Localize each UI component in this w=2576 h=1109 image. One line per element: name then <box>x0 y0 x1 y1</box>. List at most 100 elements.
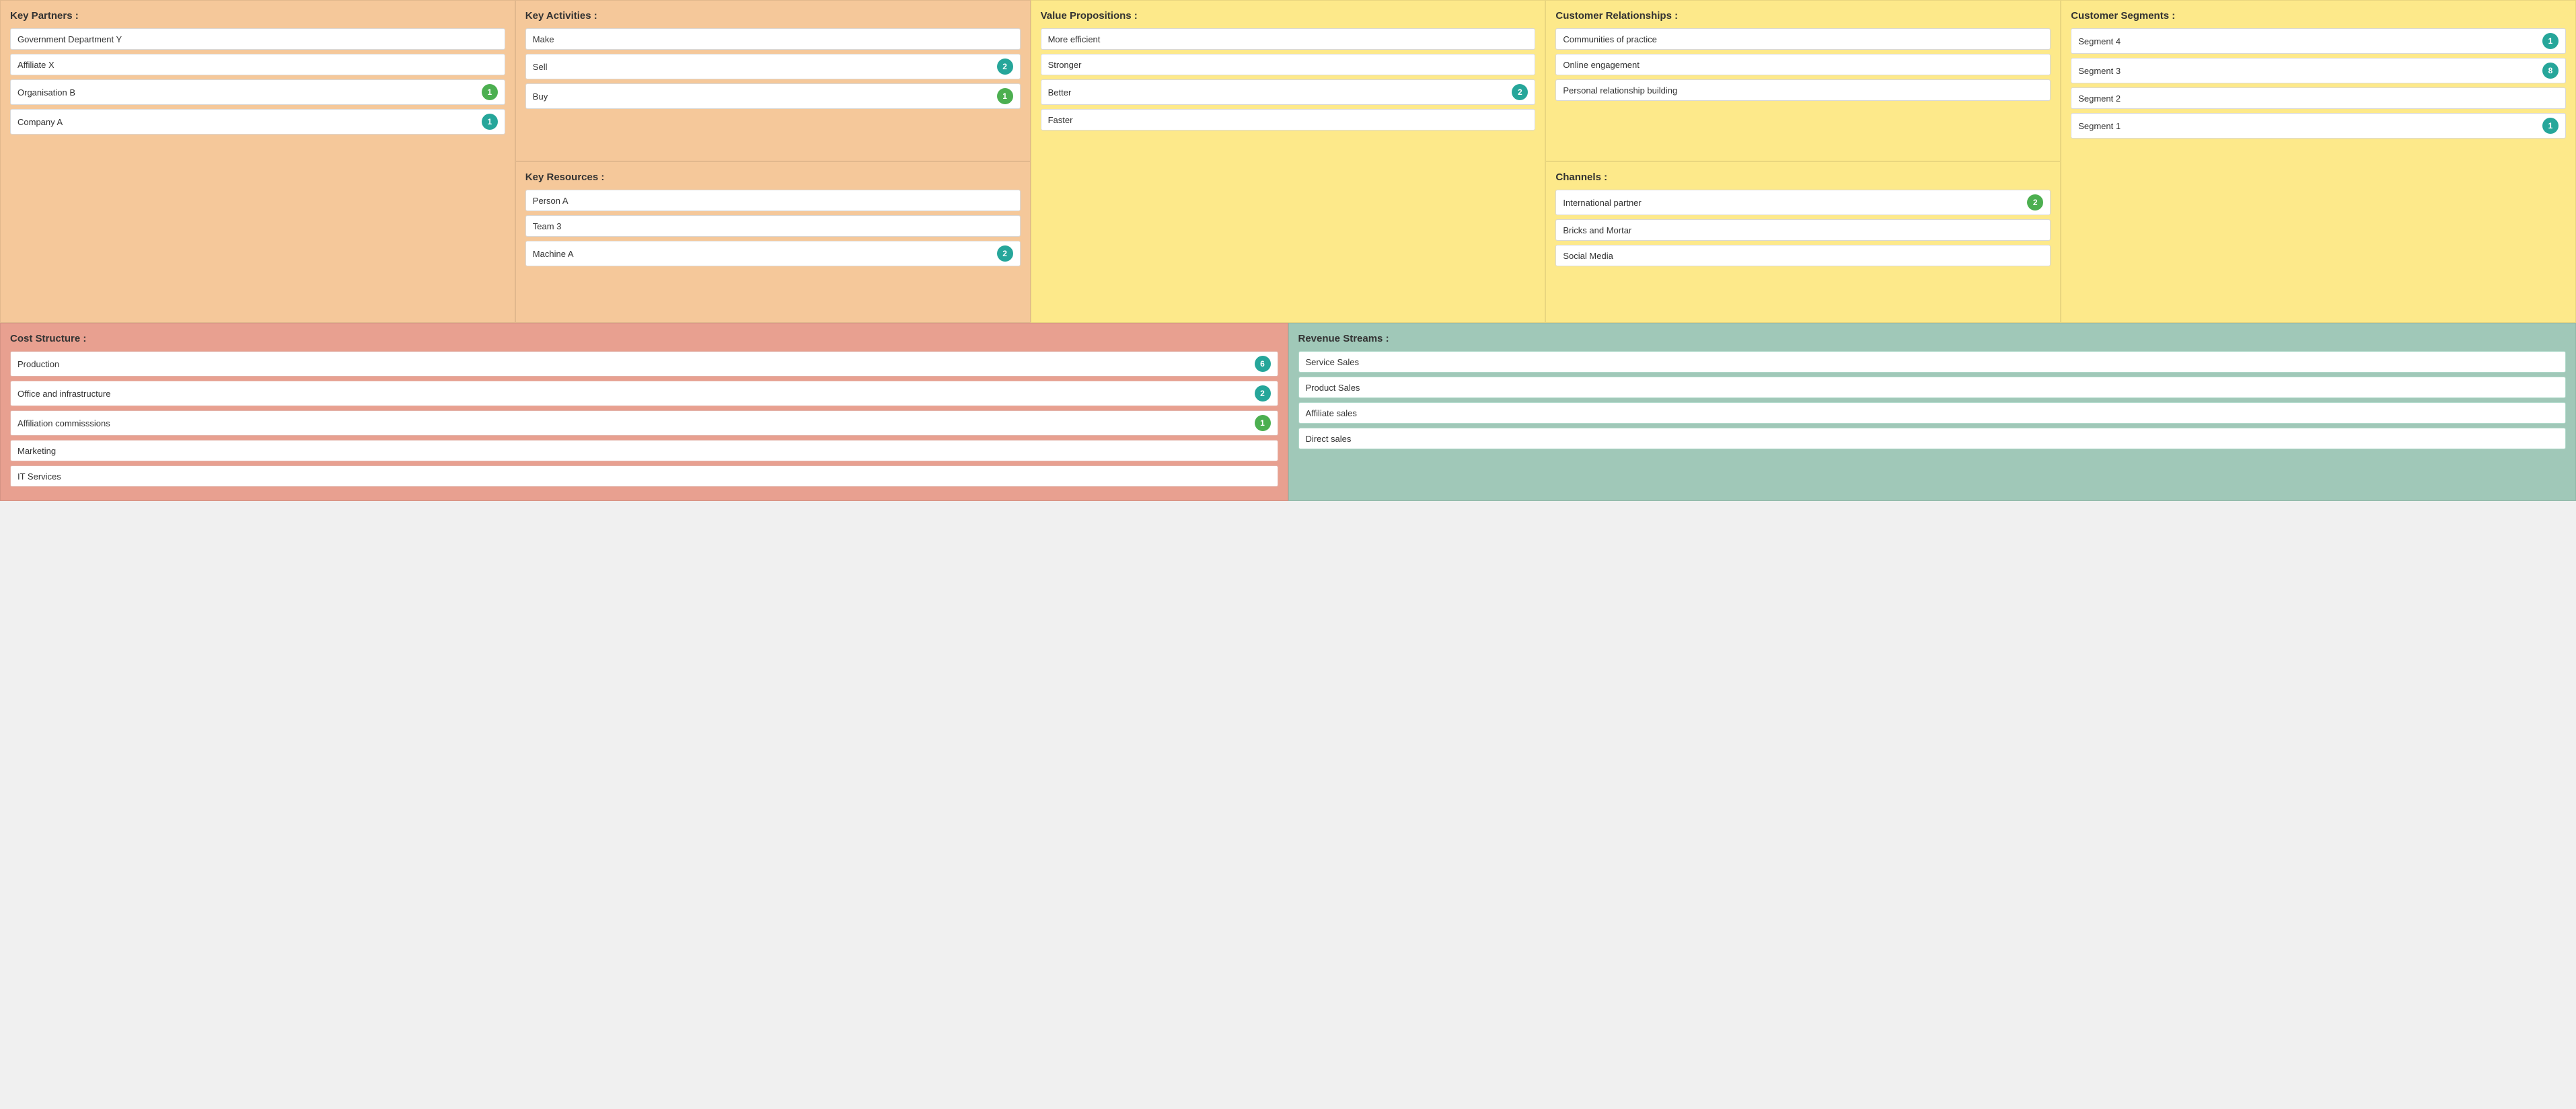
item-label: Make <box>533 34 554 44</box>
key-partners-title: Key Partners : <box>10 10 505 22</box>
list-item[interactable]: Marketing <box>10 440 1278 461</box>
item-label: IT Services <box>17 471 61 482</box>
list-item[interactable]: Segment 3 8 <box>2071 58 2566 83</box>
key-partners-items: Government Department Y Affiliate X Organi… <box>10 28 505 135</box>
list-item[interactable]: Affiliation commisssions 1 <box>10 410 1278 436</box>
item-label: Segment 3 <box>2078 66 2121 76</box>
value-propositions-section: Value Propositions : More efficient Stron… <box>1031 0 1546 323</box>
list-item[interactable]: Faster <box>1041 109 1536 130</box>
item-badge: 2 <box>997 59 1013 75</box>
item-label: Communities of practice <box>1563 34 1656 44</box>
list-item[interactable]: Product Sales <box>1298 377 2567 398</box>
list-item[interactable]: Segment 11 <box>2071 113 2566 139</box>
channels-items: International partner 2 Bricks and Mortar S… <box>1555 190 2051 266</box>
item-label: Government Department Y <box>17 34 122 44</box>
key-activities-title: Key Activities : <box>525 10 1021 22</box>
item-label: Affiliation commisssions <box>17 418 110 428</box>
key-resources-items: Person A Team 3 Machine A 2 <box>525 190 1021 266</box>
customer-segments-section: Customer Segments : Segment 4 1 Segment 3 8… <box>2061 0 2576 323</box>
item-label: Bricks and Mortar <box>1563 225 1631 235</box>
item-label: Personal relationship building <box>1563 85 1677 95</box>
list-item[interactable]: Stronger <box>1041 54 1536 75</box>
item-label: Sell <box>533 62 548 72</box>
channels-title: Channels : <box>1555 171 2051 183</box>
item-badge: 2 <box>1255 385 1271 401</box>
item-label: Direct sales <box>1306 434 1352 444</box>
cost-structure-title: Cost Structure : <box>10 333 1278 344</box>
item-badge: 6 <box>1255 356 1271 372</box>
item-label: Machine A <box>533 249 574 259</box>
revenue-streams-title: Revenue Streams : <box>1298 333 2567 344</box>
item-label: Stronger <box>1048 60 1082 70</box>
list-item[interactable]: IT Services <box>10 465 1278 487</box>
list-item[interactable]: Machine A 2 <box>525 241 1021 266</box>
item-badge: 2 <box>2027 194 2043 211</box>
list-item[interactable]: Government Department Y <box>10 28 505 50</box>
revenue-streams-section: Revenue Streams : Service Sales Product S… <box>1288 323 2576 501</box>
list-item[interactable]: Online engagement <box>1555 54 2051 75</box>
customer-segments-items: Segment 4 1 Segment 3 8 Segment 2 Segment 11 <box>2071 28 2566 139</box>
item-label: More efficient <box>1048 34 1101 44</box>
list-item[interactable]: Team 3 <box>525 215 1021 237</box>
item-badge: 2 <box>997 245 1013 262</box>
key-resources-section: Key Resources : Person A Team 3 Machine A 2 <box>515 161 1031 323</box>
key-partners-section: Key Partners : Government Department Y Af… <box>0 0 515 323</box>
list-item[interactable]: Segment 2 <box>2071 87 2566 109</box>
item-label: Product Sales <box>1306 383 1360 393</box>
list-item[interactable]: Personal relationship building <box>1555 79 2051 101</box>
list-item[interactable]: Organisation B 1 <box>10 79 505 105</box>
list-item[interactable]: Social Media <box>1555 245 2051 266</box>
list-item[interactable]: Company A 1 <box>10 109 505 135</box>
list-item[interactable]: Affiliate X <box>10 54 505 75</box>
list-item[interactable]: Bricks and Mortar <box>1555 219 2051 241</box>
item-label: Marketing <box>17 446 56 456</box>
list-item[interactable]: Segment 4 1 <box>2071 28 2566 54</box>
item-badge: 1 <box>2542 118 2559 134</box>
cost-structure-items: Production6 Office and infrastructure 2 Aff… <box>10 351 1278 487</box>
bottom-section: Cost Structure : Production6 Office and i… <box>0 323 2576 501</box>
item-label: Person A <box>533 196 568 206</box>
item-label: Social Media <box>1563 251 1613 261</box>
item-badge: 1 <box>482 114 498 130</box>
value-propositions-items: More efficient Stronger Better2 Faster <box>1041 28 1536 130</box>
list-item[interactable]: Affiliate sales <box>1298 402 2567 424</box>
item-label: Buy <box>533 91 548 102</box>
list-item[interactable]: Communities of practice <box>1555 28 2051 50</box>
item-badge: 1 <box>482 84 498 100</box>
item-badge: 1 <box>2542 33 2559 49</box>
item-label: Team 3 <box>533 221 562 231</box>
item-label: Affiliate sales <box>1306 408 1357 418</box>
customer-relationships-section: Customer Relationships : Communities of … <box>1545 0 2061 161</box>
item-label: Company A <box>17 117 63 127</box>
top-section: Key Partners : Government Department Y Af… <box>0 0 2576 323</box>
customer-relationships-items: Communities of practice Online engagement… <box>1555 28 2051 101</box>
list-item[interactable]: Direct sales <box>1298 428 2567 449</box>
item-label: Service Sales <box>1306 357 1359 367</box>
list-item[interactable]: Make <box>525 28 1021 50</box>
item-badge: 8 <box>2542 63 2559 79</box>
list-item[interactable]: More efficient <box>1041 28 1536 50</box>
list-item[interactable]: Better2 <box>1041 79 1536 105</box>
list-item[interactable]: Person A <box>525 190 1021 211</box>
key-resources-title: Key Resources : <box>525 171 1021 183</box>
item-label: Affiliate X <box>17 60 54 70</box>
item-label: Office and infrastructure <box>17 389 111 399</box>
item-badge: 1 <box>1255 415 1271 431</box>
list-item[interactable]: International partner 2 <box>1555 190 2051 215</box>
key-activities-items: Make Sell 2 Buy1 <box>525 28 1021 109</box>
value-propositions-title: Value Propositions : <box>1041 10 1536 22</box>
item-badge: 2 <box>1512 84 1528 100</box>
item-label: Organisation B <box>17 87 75 98</box>
list-item[interactable]: Buy1 <box>525 83 1021 109</box>
item-label: International partner <box>1563 198 1641 208</box>
list-item[interactable]: Service Sales <box>1298 351 2567 373</box>
item-label: Segment 2 <box>2078 93 2121 104</box>
item-label: Segment 4 <box>2078 36 2121 46</box>
item-label: Faster <box>1048 115 1073 125</box>
list-item[interactable]: Production6 <box>10 351 1278 377</box>
list-item[interactable]: Office and infrastructure 2 <box>10 381 1278 406</box>
customer-segments-title: Customer Segments : <box>2071 10 2566 22</box>
revenue-streams-items: Service Sales Product Sales Affiliate sale… <box>1298 351 2567 449</box>
list-item[interactable]: Sell 2 <box>525 54 1021 79</box>
customer-relationships-title: Customer Relationships : <box>1555 10 2051 22</box>
